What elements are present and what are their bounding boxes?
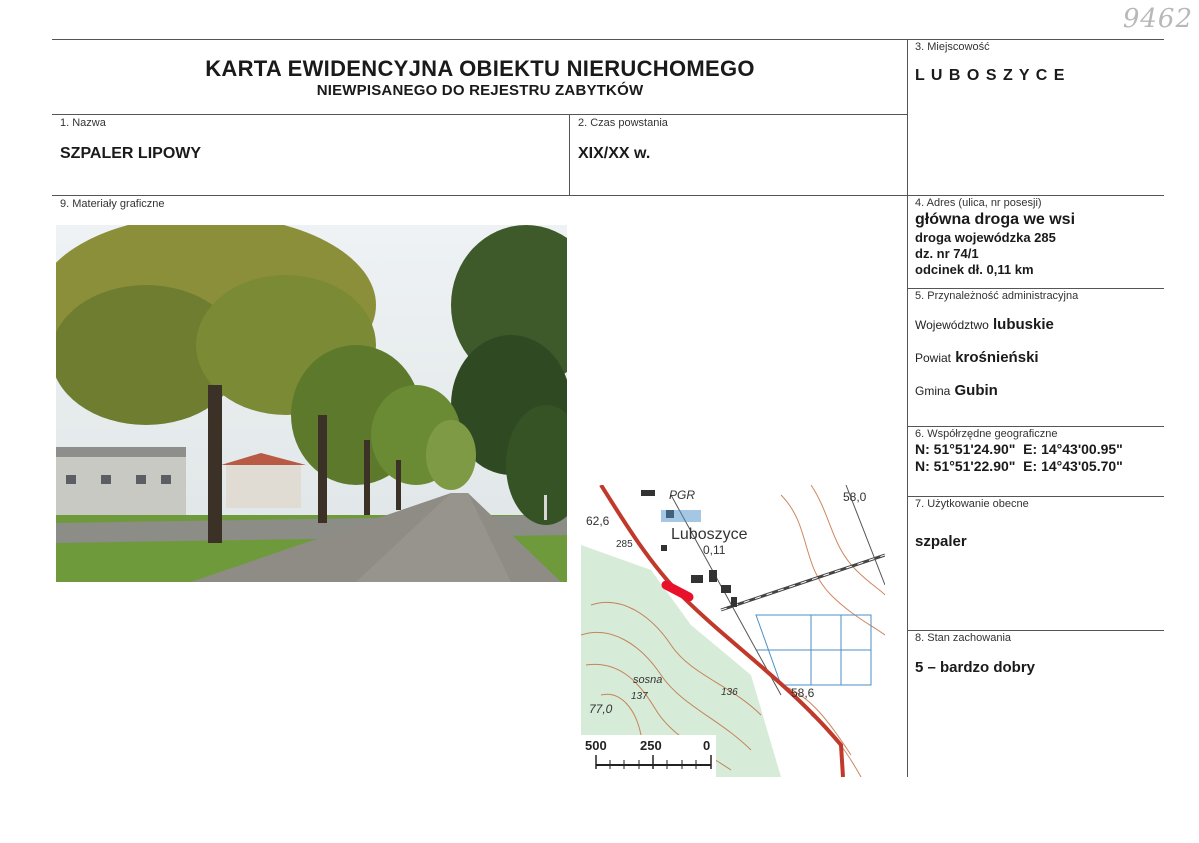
gmina-value: Gubin (954, 382, 998, 399)
map-height-3: 58,6 (791, 686, 815, 700)
adres-line1: główna droga we wsi (915, 211, 1076, 228)
map-height-1: 58,0 (843, 490, 867, 504)
materialy-label: 9. Materiały graficzne (60, 198, 165, 210)
wspolrzedne-label: 6. Współrzędne geograficzne (915, 428, 1058, 440)
wojewodztwo-label: Województwo (915, 318, 989, 332)
map-label-road: 285 (616, 539, 633, 550)
location-map: PGR Luboszyce 0,11 285 58,0 62,6 58,6 77… (581, 485, 885, 777)
miejscowosc-label: 3. Miejscowość (915, 41, 990, 53)
header-bottom-border (52, 114, 908, 115)
map-scale-0: 0 (703, 738, 710, 753)
wojewodztwo-value: lubuskie (992, 316, 1054, 333)
sep-7 (907, 496, 1164, 497)
map-height-5: 137 (631, 691, 648, 702)
map-scale-250: 250 (640, 738, 662, 753)
map-label-forest: sosna (633, 674, 662, 686)
row1-bottom-border (52, 195, 1164, 196)
miejscowosc-value: L U B O S Z Y C E (915, 67, 1066, 84)
adres-line4: odcinek dł. 0,11 km (915, 262, 1034, 277)
sep-6 (907, 426, 1164, 427)
map-scale-500: 500 (585, 738, 607, 753)
adres-line3: dz. nr 74/1 (915, 246, 979, 261)
top-border (52, 39, 1164, 40)
right-column-divider (907, 39, 908, 777)
map-height-2: 62,6 (586, 514, 610, 528)
nazwa-label: 1. Nazwa (60, 117, 106, 129)
wojewodztwo-row: Województwo lubuskie (915, 316, 1054, 333)
nazwa-value: SZPALER LIPOWY (60, 145, 202, 162)
przynaleznosc-label: 5. Przynależność administracyjna (915, 290, 1079, 302)
stan-value: 5 – bardzo dobry (915, 659, 1036, 676)
sep-8 (907, 630, 1164, 631)
sep-5 (907, 288, 1164, 289)
map-height-6: 136 (721, 687, 738, 698)
powiat-label: Powiat (915, 351, 952, 365)
wspolrzedne-line1: N: 51°51'24.90" E: 14°43'00.95" (915, 441, 1123, 457)
map-height-4: 77,0 (589, 702, 613, 716)
map-label-pgr: PGR (669, 488, 695, 502)
uzytkowanie-label: 7. Użytkowanie obecne (915, 498, 1029, 510)
handwritten-number: 9462 (1122, 4, 1193, 34)
stan-label: 8. Stan zachowania (915, 632, 1012, 644)
map-label-place: Luboszyce (671, 526, 748, 543)
gmina-row: Gmina Gubin (915, 382, 998, 399)
gmina-label: Gmina (915, 384, 951, 398)
czas-label: 2. Czas powstania (578, 117, 668, 129)
czas-value: XIX/XX w. (578, 145, 651, 162)
card-subtitle: NIEWPISANEGO DO REJESTRU ZABYTKÓW (316, 82, 644, 99)
adres-label: 4. Adres (ulica, nr posesji) (915, 197, 1042, 209)
card-title: KARTA EWIDENCYJNA OBIEKTU NIERUCHOMEGO (205, 56, 755, 81)
adres-line2: droga wojewódzka 285 (915, 230, 1056, 245)
wspolrzedne-line2: N: 51°51'22.90" E: 14°43'05.70" (915, 458, 1123, 474)
uzytkowanie-value: szpaler (915, 533, 967, 550)
powiat-value: krośnieński (955, 349, 1039, 366)
map-label-segment: 0,11 (703, 543, 726, 557)
powiat-row: Powiat krośnieński (915, 349, 1039, 366)
alley-photo (56, 225, 567, 582)
row1-divider (569, 114, 570, 195)
